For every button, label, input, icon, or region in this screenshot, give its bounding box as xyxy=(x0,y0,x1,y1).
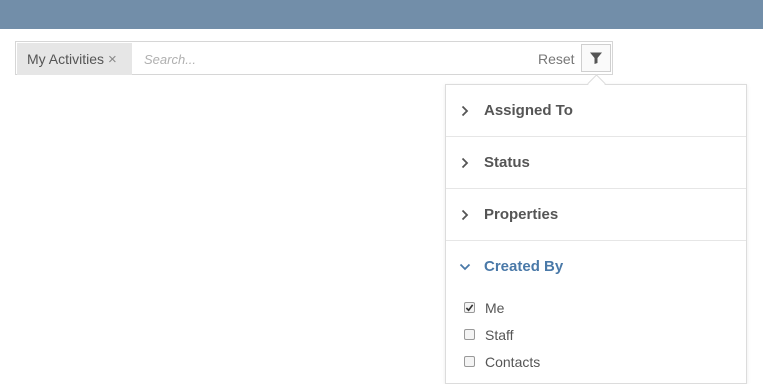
section-label: Properties xyxy=(484,206,559,223)
option-contacts[interactable]: Contacts xyxy=(464,348,746,375)
option-label: Contacts xyxy=(485,353,541,370)
chevron-right-icon xyxy=(458,156,472,170)
section-created-by[interactable]: Created By xyxy=(446,241,746,292)
search-bar: My Activities × Reset xyxy=(15,41,613,75)
option-label: Staff xyxy=(485,326,514,343)
top-bar xyxy=(0,0,763,29)
chevron-right-icon xyxy=(458,104,472,118)
chevron-right-icon xyxy=(458,208,472,222)
chevron-down-icon xyxy=(458,260,472,274)
section-label: Created By xyxy=(484,258,564,275)
created-by-options: Me Staff Contacts xyxy=(446,292,746,375)
reset-link[interactable]: Reset xyxy=(538,42,575,76)
section-status[interactable]: Status xyxy=(446,137,746,189)
option-me[interactable]: Me xyxy=(464,294,746,321)
filter-chip-my-activities: My Activities × xyxy=(17,43,132,75)
section-label: Assigned To xyxy=(484,102,573,119)
search-input[interactable] xyxy=(142,43,536,75)
filter-button[interactable] xyxy=(581,44,611,72)
option-label: Me xyxy=(485,299,505,316)
funnel-icon xyxy=(590,52,602,64)
option-staff[interactable]: Staff xyxy=(464,321,746,348)
chip-remove-icon[interactable]: × xyxy=(108,51,117,68)
filter-panel: Assigned To Status Properties Created By… xyxy=(445,84,747,384)
checkbox-checked[interactable] xyxy=(464,302,475,313)
filter-chip-label: My Activities xyxy=(27,51,105,67)
checkmark-icon xyxy=(465,303,474,311)
section-properties[interactable]: Properties xyxy=(446,189,746,241)
checkbox[interactable] xyxy=(464,329,475,340)
section-label: Status xyxy=(484,154,530,171)
checkbox[interactable] xyxy=(464,356,475,367)
